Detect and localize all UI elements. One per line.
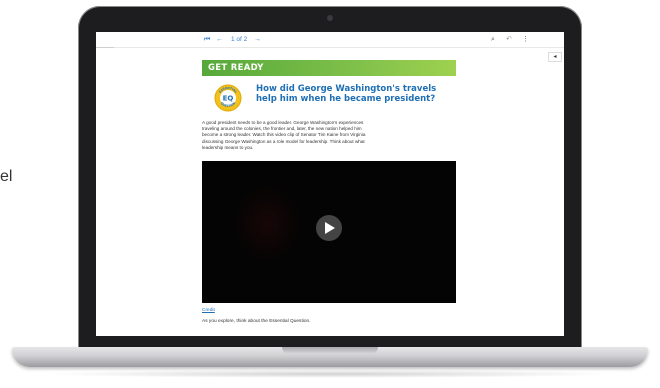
banner-title: GET READY [208, 63, 264, 73]
explore-prompt: As you explore, think about the Essentia… [202, 319, 311, 324]
toolbar-left-divider [96, 47, 114, 48]
laptop-shadow [40, 370, 620, 378]
search-icon[interactable]: ⌕ [491, 35, 495, 45]
first-page-icon[interactable]: ⏮ [204, 35, 210, 45]
play-button[interactable] [316, 215, 342, 241]
laptop-screen: ⏮ ← 1 of 2 → ⌕ ↶ ⋮ ◂ GET READY ESSENTIAL [96, 32, 564, 336]
laptop-base-notch [282, 347, 378, 354]
previous-page-icon[interactable]: ← [216, 35, 223, 45]
share-icon[interactable]: ↶ [506, 35, 512, 45]
video-player[interactable] [202, 161, 456, 303]
intro-paragraph: A good president needs to be a good lead… [202, 120, 366, 150]
get-ready-banner: GET READY [202, 60, 456, 76]
page-indicator: 1 of 2 [231, 36, 248, 43]
more-options-icon[interactable]: ⋮ [522, 35, 529, 45]
viewer-toolbar: ⏮ ← 1 of 2 → ⌕ ↶ ⋮ [96, 32, 564, 48]
play-icon [325, 222, 335, 234]
next-page-icon[interactable]: → [254, 35, 261, 45]
camera-icon [327, 15, 333, 21]
laptop-lid: ⏮ ← 1 of 2 → ⌕ ↶ ⋮ ◂ GET READY ESSENTIAL [78, 6, 582, 350]
essential-question-heading: How did George Washington's travels help… [256, 84, 437, 104]
side-text-fragment: el [0, 168, 13, 185]
badge-center-text: EQ [223, 95, 234, 103]
video-frame-shade [232, 183, 302, 263]
essential-question-badge-icon: ESSENTIAL QUESTION EQ [214, 84, 242, 112]
collapse-panel-icon[interactable]: ◂ [548, 52, 562, 62]
credit-link[interactable]: Credit [202, 308, 215, 313]
laptop-base [12, 347, 648, 367]
